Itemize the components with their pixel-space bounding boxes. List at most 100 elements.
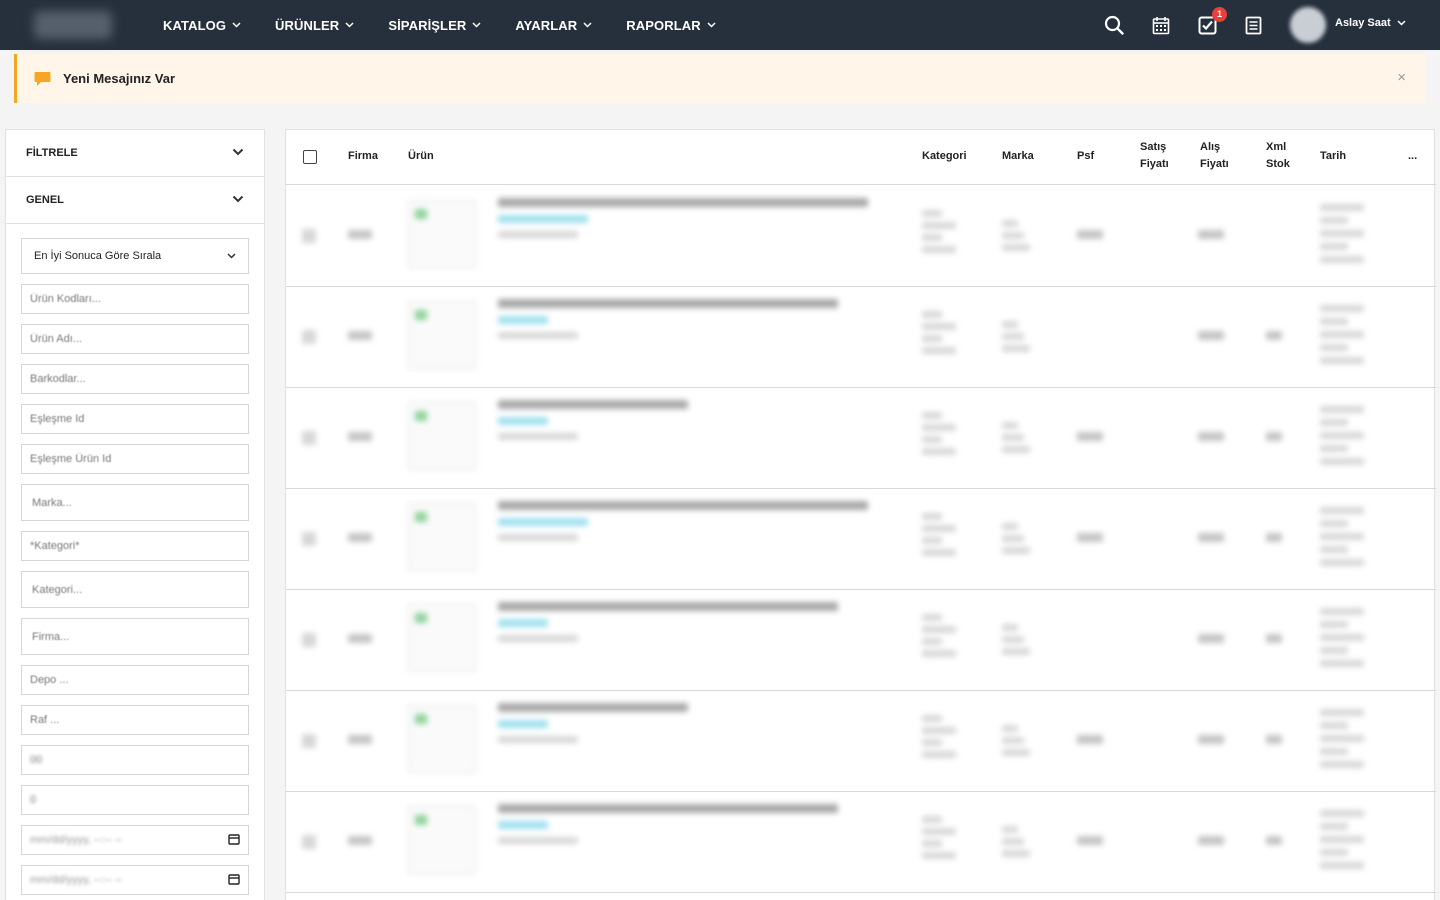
close-icon[interactable]: × [1397, 69, 1406, 86]
redacted-text [1077, 735, 1103, 744]
redacted-text [1266, 836, 1282, 845]
field-a-input[interactable]: 00 [21, 745, 249, 775]
redacted-text [1320, 761, 1364, 768]
start-date-placeholder: mm/dd/yyyy, --:-- -- [30, 834, 123, 846]
start-date-input[interactable]: mm/dd/yyyy, --:-- -- [21, 825, 249, 855]
product-thumbnail[interactable] [408, 402, 476, 470]
redacted-text [1320, 748, 1348, 755]
filter-panel-toggle[interactable]: FİLTRELE [6, 130, 264, 177]
table-row[interactable] [286, 186, 1436, 287]
field-b-input[interactable]: 0 [21, 785, 249, 815]
redacted-text [498, 198, 868, 207]
product-name-input[interactable]: Ürün Adı... [21, 324, 249, 354]
image-placeholder-icon [415, 613, 427, 623]
match-product-id-input[interactable]: Eşleşme Ürün Id [21, 444, 249, 474]
col-urun[interactable]: Ürün [408, 148, 434, 165]
table-row[interactable] [286, 287, 1436, 388]
table-row[interactable] [286, 792, 1436, 893]
sort-select[interactable]: En İyi Sonuca Göre Sırala [21, 238, 249, 274]
tasks-icon[interactable]: 1 [1195, 7, 1227, 37]
nav-siparisler[interactable]: SİPARİŞLER [388, 18, 481, 33]
nav-raporlar[interactable]: RAPORLAR [626, 18, 716, 33]
nav-urunler[interactable]: ÜRÜNLER [275, 18, 354, 33]
nav-katalog[interactable]: KATALOG [163, 18, 241, 33]
calendar-icon[interactable] [1149, 13, 1173, 37]
product-thumbnail[interactable] [408, 604, 476, 672]
search-icon[interactable] [1102, 13, 1126, 37]
redacted-text [1320, 810, 1364, 817]
redacted-text [1320, 419, 1348, 426]
redacted-text [922, 626, 956, 633]
redacted-text [1320, 520, 1348, 527]
table-row[interactable] [286, 590, 1436, 691]
chevron-down-icon [232, 194, 244, 206]
redacted-text [348, 331, 372, 340]
redacted-text [498, 736, 578, 743]
category-star-input[interactable]: *Kategori* [21, 531, 249, 561]
end-date-input[interactable]: mm/dd/yyyy, --:-- -- [21, 865, 249, 895]
table-row[interactable] [286, 691, 1436, 792]
table-row[interactable] [286, 489, 1436, 590]
product-thumbnail[interactable] [408, 200, 476, 268]
col-xml-line1: Xml [1266, 141, 1287, 153]
product-thumbnail[interactable] [408, 301, 476, 369]
calendar-icon[interactable] [228, 873, 240, 888]
product-thumbnail[interactable] [408, 503, 476, 571]
product-thumbnail[interactable] [408, 806, 476, 874]
col-firma[interactable]: Firma [348, 148, 378, 165]
general-panel-toggle[interactable]: GENEL [6, 177, 264, 224]
user-name: Aslay Saat [1335, 17, 1391, 29]
calendar-icon[interactable] [228, 833, 240, 848]
brand-select[interactable]: Marka... [21, 484, 249, 521]
redacted-text [922, 715, 942, 722]
warehouse-input[interactable]: Depo ... [21, 665, 249, 695]
redacted-text [302, 330, 316, 344]
redacted-text [922, 436, 942, 443]
redacted-text [1320, 256, 1364, 263]
redacted-text [922, 311, 942, 318]
shelf-input[interactable]: Raf ... [21, 705, 249, 735]
product-thumbnail[interactable] [408, 705, 476, 773]
col-satis-fiyati[interactable]: Satış Fiyatı [1140, 139, 1169, 173]
redacted-text [922, 222, 956, 229]
notes-icon[interactable] [1241, 13, 1265, 37]
redacted-text [922, 840, 942, 847]
category-select[interactable]: Kategori... [21, 571, 249, 608]
company-select[interactable]: Firma... [21, 618, 249, 655]
redacted-text [922, 650, 956, 657]
col-satis-line2: Fiyatı [1140, 158, 1169, 170]
table-row[interactable] [286, 388, 1436, 489]
col-more[interactable]: ... [1408, 148, 1417, 165]
col-xml-stok[interactable]: Xml Stok [1266, 139, 1290, 173]
redacted-text [922, 210, 942, 217]
select-all-checkbox[interactable] [303, 150, 317, 164]
redacted-text [498, 821, 548, 829]
barcodes-input[interactable]: Barkodlar... [21, 364, 249, 394]
col-tarih[interactable]: Tarih [1320, 148, 1346, 165]
match-id-placeholder: Eşleşme Id [30, 413, 85, 425]
field-b-value: 0 [30, 794, 37, 806]
tasks-badge: 1 [1212, 7, 1227, 22]
redacted-text [1320, 559, 1364, 566]
avatar[interactable] [1290, 7, 1326, 43]
product-codes-input[interactable]: Ürün Kodları... [21, 284, 249, 314]
redacted-text [1002, 850, 1030, 857]
redacted-text [302, 431, 316, 445]
redacted-text [1266, 634, 1282, 643]
match-id-input[interactable]: Eşleşme Id [21, 404, 249, 434]
redacted-text [1002, 220, 1018, 227]
brand-logo[interactable] [34, 11, 112, 39]
redacted-text [922, 347, 956, 354]
redacted-text [1002, 345, 1030, 352]
message-icon [34, 71, 51, 87]
chevron-down-icon [232, 22, 241, 28]
redacted-text [922, 852, 956, 859]
col-marka[interactable]: Marka [1002, 148, 1034, 165]
redacted-text [348, 432, 372, 441]
redacted-text [1320, 660, 1364, 667]
col-kategori[interactable]: Kategori [922, 148, 967, 165]
col-psf[interactable]: Psf [1077, 148, 1094, 165]
col-alis-fiyati[interactable]: Alış Fiyatı [1200, 139, 1229, 173]
nav-ayarlar[interactable]: AYARLAR [515, 18, 592, 33]
user-menu[interactable]: Aslay Saat [1335, 17, 1406, 29]
